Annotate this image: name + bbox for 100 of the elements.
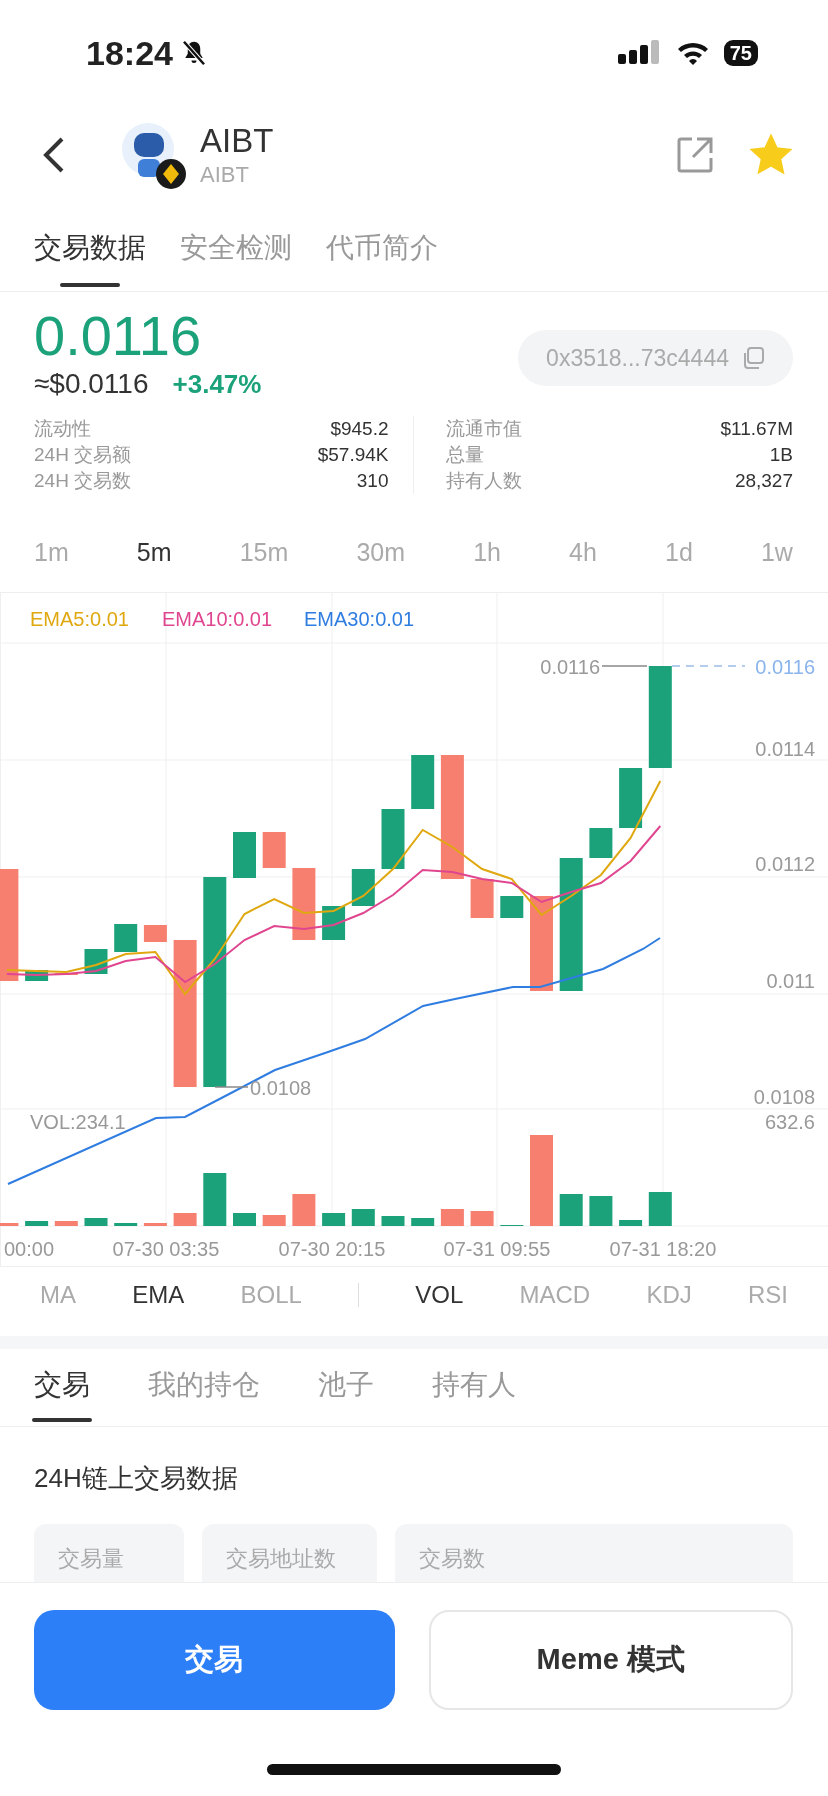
low-price-label: 0.0108	[250, 1077, 312, 1099]
stat-card: 交易量	[34, 1524, 184, 1582]
indicator-tab[interactable]: EMA	[132, 1280, 185, 1309]
trade-button[interactable]: 交易	[34, 1610, 395, 1710]
address-chip[interactable]: 0x3518...73c4444	[518, 330, 793, 386]
stat-label: 总量	[445, 443, 484, 467]
volume-bar	[114, 1223, 138, 1226]
volume-bar	[322, 1213, 346, 1226]
indicator-tab[interactable]: VOL	[415, 1280, 464, 1309]
volume-bar	[173, 1213, 197, 1226]
tab[interactable]: 交易数据	[34, 210, 146, 291]
leader-line	[601, 665, 648, 667]
clock: 18:24	[86, 32, 173, 73]
candle	[589, 828, 613, 858]
timeframe-tab[interactable]: 1m	[34, 537, 69, 567]
current-price-label: 0.0116	[755, 656, 815, 678]
legend-label: EMA10:0.01	[162, 608, 273, 630]
indicator-tab[interactable]: MA	[40, 1280, 76, 1309]
star-icon[interactable]	[749, 133, 793, 177]
stat-label: 24H 交易数	[34, 469, 132, 493]
section-title: 24H链上交易数据	[34, 1462, 239, 1495]
price-axis-label: 0.011	[766, 970, 815, 992]
volume-bar	[619, 1220, 643, 1226]
stat-label: 流动性	[34, 417, 91, 441]
timeframe-tab[interactable]: 5m	[136, 537, 172, 567]
time-axis-label: 07-30 03:35	[112, 1238, 220, 1260]
price-axis-label: 0.0108	[753, 1086, 815, 1108]
copy-icon[interactable]	[741, 346, 765, 370]
volume-bar	[292, 1194, 316, 1226]
stat-label: 持有人数	[445, 469, 522, 493]
volume-bar	[84, 1218, 108, 1226]
stat-value: 310	[356, 469, 389, 493]
volume-bar	[470, 1211, 494, 1226]
price-change: +3.47%	[172, 369, 262, 400]
tab[interactable]: 安全检测	[180, 210, 292, 291]
stat-value: 1B	[769, 443, 793, 467]
tab[interactable]: 我的持仓	[148, 1349, 260, 1426]
timeframe-tab[interactable]: 1d	[665, 537, 693, 567]
volume-bar	[351, 1209, 375, 1226]
battery-icon: 75	[723, 40, 758, 66]
time-axis-label: 07-31 18:20	[609, 1238, 717, 1260]
candle	[470, 879, 494, 918]
timeframe-tab[interactable]: 30m	[356, 537, 406, 567]
timeframe-tab[interactable]: 1h	[473, 537, 501, 567]
tab[interactable]: 池子	[318, 1349, 374, 1426]
price-axis-label: 0.0112	[755, 853, 815, 875]
legend-label: EMA5:0.01	[30, 608, 129, 630]
usd-price: ≈$0.0116	[34, 368, 149, 400]
volume-bar	[381, 1216, 405, 1226]
candle	[411, 755, 435, 809]
volume-max-label: 632.6	[764, 1111, 815, 1133]
indicator-tab[interactable]: BOLL	[240, 1280, 302, 1309]
tab[interactable]: 代币简介	[326, 210, 438, 291]
indicator-tab[interactable]: RSI	[747, 1280, 788, 1309]
candle	[619, 768, 643, 828]
candle	[500, 896, 524, 918]
stat-label: 24H 交易额	[34, 443, 132, 467]
volume-bar	[648, 1192, 672, 1226]
tab[interactable]: 交易	[34, 1349, 90, 1426]
timeframe-tab[interactable]: 4h	[569, 537, 597, 567]
timeframe-tab[interactable]: 15m	[239, 537, 289, 567]
high-price-label: 0.0116	[540, 656, 600, 678]
stat-value: $945.2	[330, 417, 389, 441]
token-name: AIBT	[200, 122, 274, 160]
volume-bar	[0, 1223, 19, 1226]
indicator-tab[interactable]: MACD	[519, 1280, 591, 1309]
stat-value: $57.94K	[317, 443, 389, 467]
share-icon[interactable]	[675, 135, 715, 175]
candle	[381, 809, 405, 869]
token-symbol: AIBT	[200, 162, 250, 188]
volume-bar	[262, 1215, 286, 1226]
candle	[233, 832, 256, 878]
stat-card: 交易数	[395, 1524, 793, 1582]
volume-bar	[559, 1194, 583, 1226]
signal-icon	[617, 40, 662, 66]
meme-mode-button[interactable]: Meme 模式	[428, 1610, 793, 1710]
volume-bar	[203, 1173, 227, 1226]
tab[interactable]: 持有人	[432, 1349, 516, 1426]
volume-bar	[440, 1209, 464, 1226]
volume-bar	[589, 1196, 613, 1226]
time-axis-label: 00:00	[4, 1238, 55, 1260]
leader-line	[214, 1086, 249, 1088]
candle	[351, 869, 375, 906]
stat-value: $11.67M	[720, 417, 793, 441]
stat-card: 交易地址数	[202, 1524, 377, 1582]
candle	[114, 924, 138, 952]
stat-value: 28,327	[734, 469, 793, 493]
legend-label: EMA30:0.01	[304, 608, 415, 630]
price: 0.0116	[34, 304, 203, 368]
volume-bar	[143, 1223, 167, 1226]
volume-bar	[411, 1218, 435, 1226]
indicator-tab[interactable]: KDJ	[646, 1280, 692, 1309]
time-axis-label: 07-31 09:55	[443, 1238, 551, 1260]
time-axis-label: 07-30 20:15	[278, 1238, 386, 1260]
candle	[262, 832, 286, 868]
timeframe-tab[interactable]: 1w	[760, 537, 793, 567]
candle	[25, 970, 49, 981]
volume-bar	[25, 1221, 49, 1226]
candle	[143, 925, 167, 942]
candle	[292, 868, 316, 940]
